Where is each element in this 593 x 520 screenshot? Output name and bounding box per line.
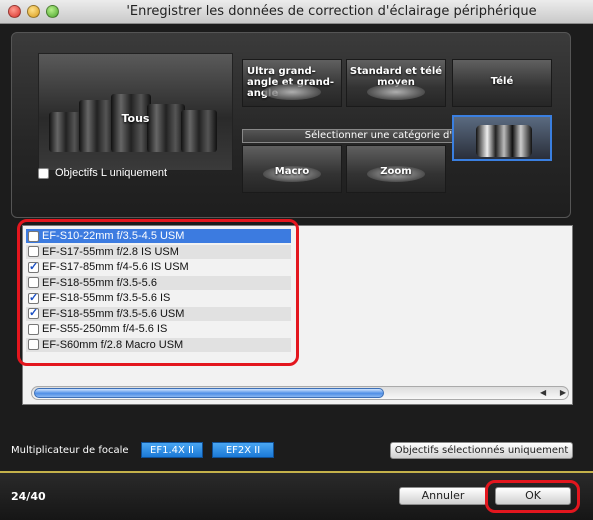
extender-1-4x-button[interactable]: EF1.4X II [141, 442, 203, 458]
title-bar: 'Enregistrer les données de correction d… [0, 0, 593, 24]
minimize-button[interactable] [27, 5, 40, 18]
category-macro-button[interactable]: Macro [242, 145, 342, 193]
lens-list-highlight [17, 219, 299, 366]
lens-category-panel: Tous Ultra grand-angle et grand-angle St… [11, 32, 571, 218]
scroll-right-icon[interactable]: ▶ [560, 388, 566, 398]
close-button[interactable] [8, 5, 21, 18]
category-tele-button[interactable]: Télé [452, 59, 552, 107]
category-macro-label: Macro [274, 166, 310, 177]
category-zoom-button[interactable]: Zoom [346, 145, 446, 193]
scroll-left-icon[interactable]: ◀ [540, 388, 546, 398]
scrollbar-thumb[interactable] [34, 388, 384, 398]
category-zoom-label: Zoom [380, 166, 412, 177]
l-lenses-only-checkbox[interactable]: Objectifs L uniquement [38, 167, 167, 179]
category-tele-label: Télé [490, 76, 514, 87]
category-standard-button[interactable]: Standard et télé moyen [346, 59, 446, 107]
dialog-window: 'Enregistrer les données de correction d… [0, 0, 593, 520]
category-all-button[interactable]: Tous [38, 53, 233, 171]
checkbox-icon [38, 167, 49, 179]
extender-2x-button[interactable]: EF2X II [212, 442, 274, 458]
zoom-button[interactable] [46, 5, 59, 18]
horizontal-scrollbar[interactable]: ◀ ▶ [31, 386, 569, 400]
multiplier-label: Multiplicateur de focale [11, 445, 129, 456]
category-ultra-wide-button[interactable]: Ultra grand-angle et grand-angle [242, 59, 342, 107]
ok-highlight [485, 480, 580, 513]
multiplier-bar: Multiplicateur de focale EF1.4X II EF2X … [0, 436, 593, 466]
l-lenses-only-label: Objectifs L uniquement [55, 167, 168, 179]
selected-lenses-only-button[interactable]: Objectifs sélectionnés uniquement [390, 442, 573, 459]
category-all-label: Tous [121, 112, 150, 125]
selection-count: 24/40 [11, 490, 46, 503]
footer-bar: 24/40 Annuler OK [0, 471, 593, 520]
window-title: 'Enregistrer les données de correction d… [126, 4, 537, 19]
category-lens-image-button[interactable] [452, 115, 552, 161]
lens-icon [476, 125, 532, 157]
cancel-button[interactable]: Annuler [399, 487, 487, 505]
